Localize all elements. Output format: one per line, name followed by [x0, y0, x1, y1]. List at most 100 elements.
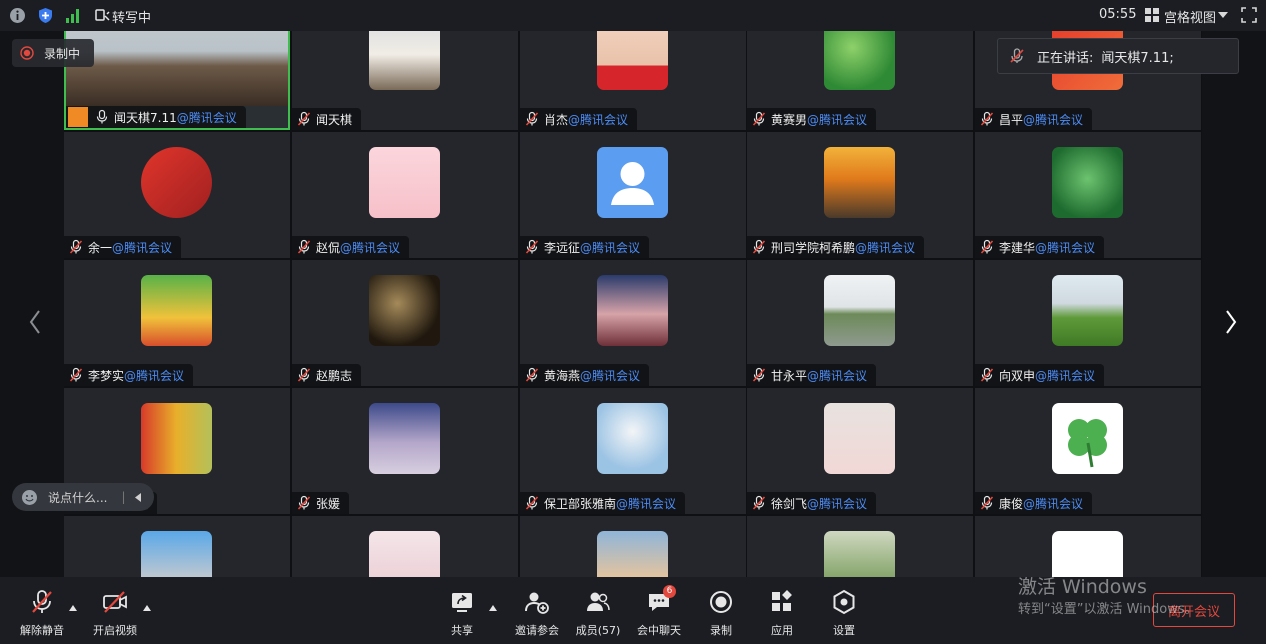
participant-label: 肖杰 @腾讯会议 [520, 108, 638, 130]
share-button[interactable]: 共享 [432, 589, 492, 639]
participant-label: 保卫部张雅南 @腾讯会议 [520, 492, 686, 514]
video-options-caret-icon[interactable] [143, 605, 151, 611]
participant-avatar [1052, 147, 1123, 218]
participant-tile[interactable]: 黄赛男 @腾讯会议 [747, 31, 973, 130]
fullscreen-icon[interactable] [1241, 7, 1257, 23]
participant-name: 闻天棋 [316, 112, 353, 127]
participant-tile[interactable]: 李梦实 @腾讯会议 [64, 260, 290, 386]
invite-label: 邀请参会 [515, 624, 559, 637]
participant-avatar [141, 403, 212, 474]
participant-avatar [141, 147, 212, 218]
start-video-button[interactable]: 开启视频 [85, 589, 145, 639]
participant-tile[interactable]: 闻天棋7.11 @腾讯会议 [64, 31, 290, 130]
mic-muted-icon [69, 239, 83, 254]
mic-muted-icon [980, 367, 994, 382]
participant-tile[interactable]: 张媛 [292, 388, 518, 514]
participant-tile[interactable]: 赵侃 @腾讯会议 [292, 132, 518, 258]
activation-watermark-title: 激活 Windows [1018, 576, 1147, 598]
participant-avatar [369, 31, 440, 90]
audio-options-caret-icon[interactable] [69, 605, 77, 611]
start-video-label: 开启视频 [93, 624, 137, 637]
apps-button[interactable]: 应用 [752, 589, 812, 639]
settings-button[interactable]: 设置 [814, 589, 874, 639]
recording-indicator[interactable]: 录制中 [12, 39, 94, 67]
participant-name: 李梦实 [88, 368, 125, 383]
participant-tile[interactable]: 李建华 @腾讯会议 [975, 132, 1201, 258]
prev-page-arrow-icon[interactable] [26, 308, 44, 336]
chat-input-placeholder[interactable]: 说点什么... [48, 489, 107, 506]
participant-tile[interactable]: 李远征 @腾讯会议 [520, 132, 746, 258]
participant-tile[interactable]: 闻天棋 [292, 31, 518, 130]
chevron-down-icon[interactable] [1218, 12, 1228, 19]
chat-button[interactable]: 会中聊天 6 [629, 585, 689, 639]
participant-name: 向双申 [999, 368, 1036, 383]
chat-divider: | [121, 490, 126, 504]
participant-tile[interactable]: 保卫部张雅南 @腾讯会议 [520, 388, 746, 514]
participant-tag: @腾讯会议 [1035, 368, 1096, 383]
transcribe-icon[interactable] [94, 7, 111, 24]
participant-tile[interactable]: 徐剑飞 @腾讯会议 [747, 388, 973, 514]
participant-tile[interactable] [520, 516, 746, 577]
share-options-caret-icon[interactable] [489, 605, 497, 611]
view-mode-label[interactable]: 宫格视图 [1164, 7, 1216, 26]
settings-label: 设置 [833, 624, 855, 637]
participant-name: 赵侃 [316, 240, 341, 255]
participant-name: 黄赛男 [771, 112, 808, 127]
participant-name: 闻天棋7.11 [114, 110, 177, 125]
participant-tile[interactable]: 甘永平 @腾讯会议 [747, 260, 973, 386]
participant-label: 闻天棋7.11 @腾讯会议 [66, 106, 246, 128]
participant-tag: @腾讯会议 [855, 240, 916, 255]
chat-quick-input[interactable]: 说点什么... | [12, 483, 154, 511]
transcribe-label[interactable]: 转写中 [112, 7, 151, 26]
participant-name: 肖杰 [544, 112, 569, 127]
invite-button[interactable]: 邀请参会 [507, 589, 567, 639]
unmute-button[interactable]: 解除静音 [12, 589, 72, 639]
participant-label: 张媛 [292, 492, 350, 514]
participant-name: 赵鹏志 [316, 368, 353, 383]
next-page-arrow-icon[interactable] [1222, 308, 1240, 336]
grid-view-icon[interactable] [1145, 8, 1159, 22]
record-icon [710, 591, 732, 613]
participant-tag: @腾讯会议 [340, 240, 401, 255]
participant-tile[interactable]: 向双申 @腾讯会议 [975, 260, 1201, 386]
participant-label: 李建华 @腾讯会议 [975, 236, 1105, 258]
participant-tile[interactable]: 黄海燕 @腾讯会议 [520, 260, 746, 386]
info-icon[interactable] [9, 7, 26, 24]
participant-name: 刑司学院柯希鹏 [771, 240, 856, 255]
participant-tile[interactable] [292, 516, 518, 577]
participant-name: 余一 [88, 240, 113, 255]
shield-icon[interactable] [37, 7, 54, 24]
participant-avatar [369, 403, 440, 474]
collapse-arrow-icon[interactable] [134, 492, 142, 502]
mic-muted-icon [525, 239, 539, 254]
participant-tile[interactable]: 康俊 @腾讯会议 [975, 388, 1201, 514]
participant-tile[interactable] [747, 516, 973, 577]
participant-avatar [597, 31, 668, 90]
participant-tile[interactable]: 刑司学院柯希鹏 @腾讯会议 [747, 132, 973, 258]
participant-tile[interactable] [64, 516, 290, 577]
participant-avatar [824, 403, 895, 474]
participant-tag: @腾讯会议 [616, 496, 677, 511]
mic-active-icon [96, 109, 108, 124]
mic-muted-icon [297, 495, 311, 510]
apps-icon [772, 590, 792, 611]
participant-name: 黄海燕 [544, 368, 581, 383]
mic-muted-icon [752, 111, 766, 126]
participant-name: 李建华 [999, 240, 1036, 255]
emoji-icon[interactable] [21, 489, 38, 506]
participant-tile[interactable]: 赵鹏志 [292, 260, 518, 386]
clover-icon [1068, 419, 1107, 468]
members-button[interactable]: 成员(57) [568, 589, 628, 639]
participant-avatar [1052, 531, 1123, 577]
participant-tag: @腾讯会议 [1023, 112, 1084, 127]
mic-muted-icon [980, 495, 994, 510]
participant-tile[interactable]: 余一 @腾讯会议 [64, 132, 290, 258]
participant-tile[interactable]: 肖杰 @腾讯会议 [520, 31, 746, 130]
mic-muted-icon [297, 111, 311, 126]
participant-tile[interactable] [975, 516, 1201, 577]
signal-icon[interactable] [64, 7, 81, 24]
mic-muted-icon [1010, 48, 1024, 63]
record-button[interactable]: 录制 [691, 589, 751, 639]
speaking-label: 正在讲话: [1037, 50, 1094, 66]
mic-muted-icon [752, 495, 766, 510]
